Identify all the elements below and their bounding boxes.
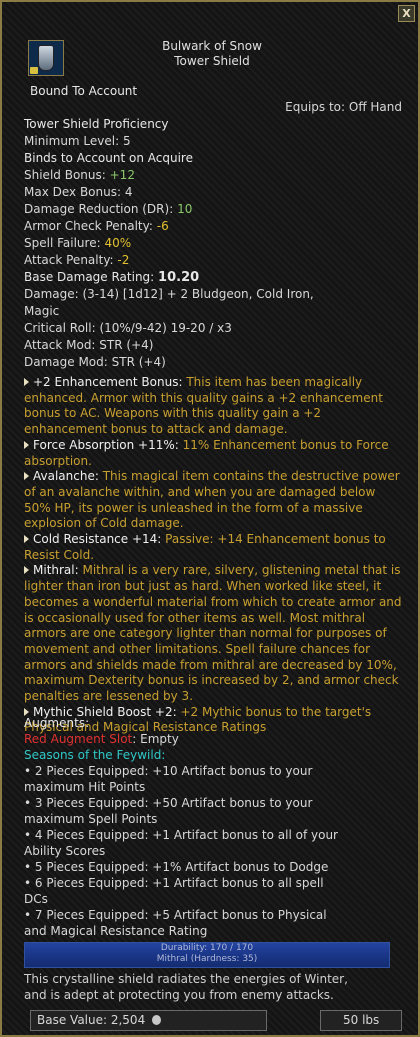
durability-text: Durability: 170 / 170	[160, 943, 254, 953]
enchantment-list: +2 Enhancement Bonus: This item has been…	[24, 375, 404, 736]
max-dex: Max Dex Bonus: 4	[24, 185, 133, 199]
triangle-bullet-icon	[24, 440, 29, 449]
item-type: Tower Shield	[174, 54, 250, 68]
attack-mod: Attack Mod: STR (+4)	[24, 338, 154, 352]
enchantment-item: Force Absorption +11%: 11% Enhancement b…	[24, 437, 389, 468]
equips-to: Equips to: Off Hand	[285, 100, 402, 114]
augments-label: Augments:	[24, 716, 90, 730]
spell-failure: Spell Failure: 40%	[24, 236, 132, 250]
set-bonus-line: Ability Scores	[24, 844, 106, 858]
base-damage-rating: Base Damage Rating: 10.20	[24, 270, 200, 285]
triangle-bullet-icon	[24, 566, 29, 575]
set-bonus-line: DCs	[24, 892, 48, 906]
triangle-bullet-icon	[24, 535, 29, 544]
attack-penalty: Attack Penalty: -2	[24, 253, 130, 267]
acp-value: -6	[156, 219, 169, 233]
item-stats: Tower Shield Proficiency Minimum Level: …	[24, 116, 402, 371]
min-level: Minimum Level: 5	[24, 134, 131, 148]
shield-bonus-value: +12	[109, 168, 135, 182]
material-text: Mithral (Hardness: 35)	[156, 954, 258, 964]
enchantment-item: Avalanche: This magical item contains th…	[24, 469, 400, 531]
augment-slot: Red Augment Slot: Empty	[24, 732, 179, 746]
close-button[interactable]: X	[398, 5, 415, 22]
durability-bar: Durability: 170 / 170 Mithral (Hardness:…	[24, 942, 390, 968]
weight: 50 lbs	[343, 1013, 380, 1027]
damage-line-2: Magic	[24, 304, 60, 318]
base-value: Base Value: 2,504	[37, 1013, 146, 1027]
bdr-value: 10.20	[158, 270, 200, 285]
base-value-box: Base Value: 2,504	[30, 1010, 267, 1031]
shield-bonus: Shield Bonus: +12	[24, 168, 135, 182]
set-bonus-line: • 6 Pieces Equipped: +1 Artifact bonus t…	[24, 876, 324, 890]
bound-status: Bound To Account	[30, 84, 138, 98]
damage-mod: Damage Mod: STR (+4)	[24, 355, 166, 369]
sf-value: 40%	[104, 236, 132, 250]
coin-icon	[152, 1015, 161, 1025]
enchantment-item: Mithral: Mithral is a very rare, silvery…	[24, 563, 402, 704]
augments-and-set: Augments: Red Augment Slot: Empty Season…	[24, 715, 404, 939]
item-tooltip: X Bulwark of Snow Tower Shield Bound To …	[0, 0, 420, 1037]
triangle-bullet-icon	[24, 378, 29, 386]
armor-check-penalty: Armor Check Penalty: -6	[24, 219, 169, 233]
damage-reduction: Damage Reduction (DR): 10	[24, 202, 193, 216]
damage-line-1: Damage: (3-14) [1d12] + 2 Bludgeon, Cold…	[24, 287, 314, 301]
set-bonus-line: • 3 Pieces Equipped: +50 Artifact bonus …	[24, 796, 313, 810]
set-bonus-line: maximum Hit Points	[24, 780, 146, 794]
triangle-bullet-icon	[24, 472, 29, 481]
dr-value: 10	[177, 202, 193, 216]
item-description: This crystalline shield radiates the ene…	[24, 972, 348, 1002]
set-bonus-line: • 4 Pieces Equipped: +1 Artifact bonus t…	[24, 828, 338, 842]
proficiency: Tower Shield Proficiency	[24, 117, 169, 131]
set-bonus-line: and Magical Resistance Rating	[24, 924, 208, 938]
set-bonus-line: maximum Spell Points	[24, 812, 158, 826]
critical-roll: Critical Roll: (10%/9-42) 19-20 / x3	[24, 321, 232, 335]
item-name: Bulwark of Snow	[162, 39, 262, 53]
set-bonus-line: • 2 Pieces Equipped: +10 Artifact bonus …	[24, 764, 313, 778]
lock-icon	[30, 67, 38, 74]
set-name: Seasons of the Feywild:	[24, 748, 166, 762]
ap-value: -2	[117, 253, 130, 267]
binds: Binds to Account on Acquire	[24, 151, 193, 165]
set-bonus-line: • 7 Pieces Equipped: +5 Artifact bonus t…	[24, 908, 327, 922]
weight-box: 50 lbs	[320, 1010, 402, 1031]
enchantment-item: Cold Resistance +14: Passive: +14 Enhanc…	[24, 532, 386, 562]
set-bonus-line: • 5 Pieces Equipped: +1% Artifact bonus …	[24, 860, 329, 874]
enchantment-item: +2 Enhancement Bonus: This item has been…	[24, 375, 383, 437]
